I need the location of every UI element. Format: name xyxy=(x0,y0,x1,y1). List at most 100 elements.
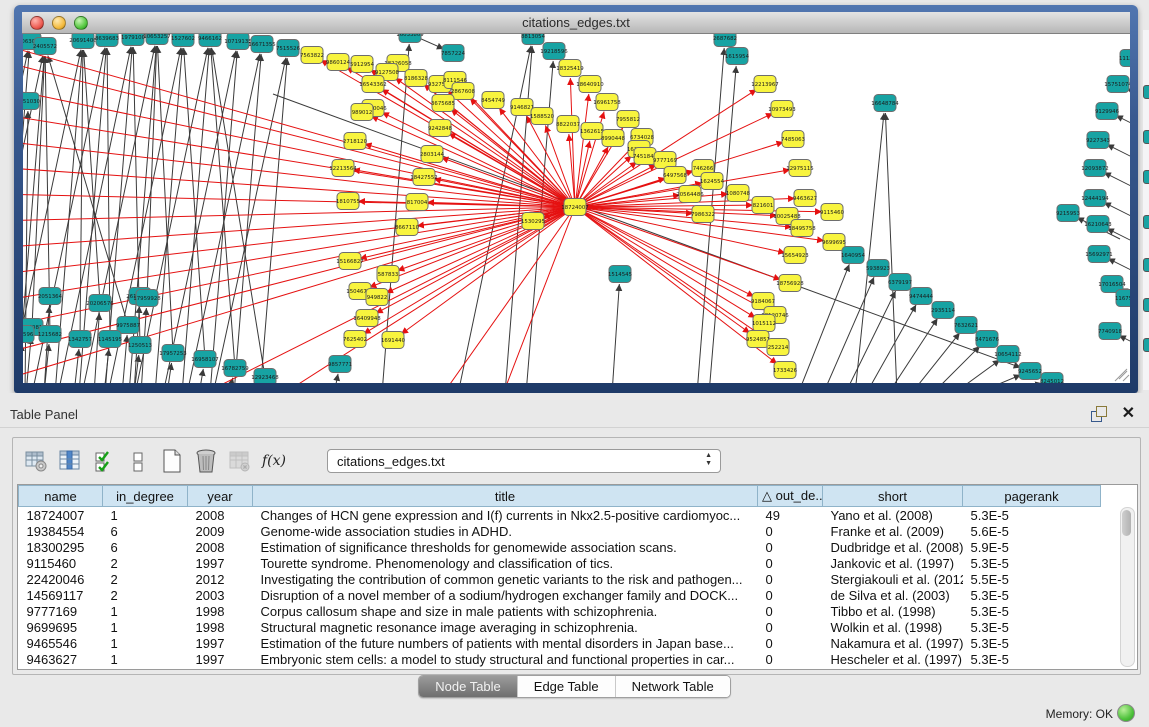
graph-node[interactable]: 12093872 xyxy=(1081,160,1108,177)
graph-node[interactable]: 6379197 xyxy=(888,274,912,291)
panel-splitter[interactable] xyxy=(0,393,1149,401)
edge[interactable] xyxy=(23,194,575,207)
graph-node[interactable]: 2803144 xyxy=(420,146,445,163)
graph-node[interactable]: 1691440 xyxy=(381,332,406,349)
graph-node[interactable]: 7632621 xyxy=(954,317,978,334)
edge[interactable] xyxy=(575,207,755,318)
edge[interactable] xyxy=(953,360,1000,383)
graph-node[interactable]: 8667110 xyxy=(395,219,420,236)
edge[interactable] xyxy=(234,54,261,383)
graph-node[interactable]: 1167533 xyxy=(1115,290,1130,307)
graph-node[interactable]: 7625402 xyxy=(343,331,367,348)
graph-node[interactable]: 1215682 xyxy=(38,326,62,343)
edge[interactable] xyxy=(26,337,31,383)
graph-node[interactable]: 16543362 xyxy=(359,76,386,93)
graph-node[interactable]: 18756928 xyxy=(776,275,804,292)
graph-node[interactable]: 3675685 xyxy=(431,95,455,112)
edge[interactable] xyxy=(798,264,849,383)
graph-node[interactable]: 12213564 xyxy=(329,160,357,177)
graph-node[interactable]: 2687682 xyxy=(713,34,737,47)
edge[interactable] xyxy=(575,207,781,280)
graph-node[interactable]: 817004 xyxy=(406,194,428,211)
edge[interactable] xyxy=(1107,228,1130,250)
graph-node[interactable]: 5912954 xyxy=(350,56,375,73)
graph-node[interactable]: 10653257 xyxy=(143,34,170,45)
graph-node[interactable]: 2867608 xyxy=(451,83,476,100)
function-builder-button[interactable]: f(x) xyxy=(259,446,289,476)
graph-node[interactable]: 16961758 xyxy=(593,94,621,111)
table-row[interactable]: 1872400712008Changes of HCN gene express… xyxy=(19,507,1101,524)
graph-node[interactable]: 1810755 xyxy=(336,193,360,210)
graph-node[interactable]: 1624554 xyxy=(700,173,725,190)
edge[interactable] xyxy=(1104,172,1130,194)
graph-node[interactable]: 8186328 xyxy=(404,70,429,87)
graph-node[interactable]: 9474444 xyxy=(909,288,934,305)
edge[interactable] xyxy=(575,141,590,207)
graph-node[interactable]: 1514545 xyxy=(608,266,632,283)
edge[interactable] xyxy=(23,207,575,221)
edge[interactable] xyxy=(570,78,575,207)
graph-node[interactable]: 949822 xyxy=(366,289,388,306)
graph-node[interactable]: 2718120 xyxy=(343,133,368,150)
graph-node[interactable]: 7986322 xyxy=(691,206,715,223)
graph-node[interactable]: 17959928 xyxy=(133,290,161,307)
edge[interactable] xyxy=(845,291,896,383)
graph-node[interactable]: 7740918 xyxy=(1098,323,1123,340)
edge[interactable] xyxy=(80,50,83,339)
graph-node[interactable]: 2935114 xyxy=(931,302,956,319)
edge[interactable] xyxy=(612,284,619,383)
edge[interactable] xyxy=(401,207,575,334)
edge[interactable] xyxy=(1107,144,1130,166)
graph-node[interactable]: 10654112 xyxy=(994,346,1021,363)
graph-node[interactable]: 989012 xyxy=(351,104,373,121)
edge[interactable] xyxy=(184,48,205,359)
table-row[interactable]: 911546021997Tourette syndrome. Phenomeno… xyxy=(19,555,1101,571)
graph-node[interactable]: 8822037 xyxy=(556,116,580,133)
select-all-button[interactable] xyxy=(89,446,119,476)
column-header-pagerank[interactable]: pagerank xyxy=(963,486,1101,507)
graph-node[interactable]: 9227343 xyxy=(1086,132,1110,149)
graph-node[interactable]: 19218596 xyxy=(540,43,568,60)
graph-node[interactable]: 1979100 xyxy=(121,34,146,46)
graph-node[interactable]: 12444194 xyxy=(1081,190,1109,207)
table-row[interactable]: 2242004622012Investigating the contribut… xyxy=(19,571,1101,587)
graph-node[interactable]: 8990448 xyxy=(601,130,626,147)
tab-network-table[interactable]: Network Table xyxy=(616,676,730,697)
tab-node-table[interactable]: Node Table xyxy=(419,676,518,697)
graph-node[interactable]: 1112905 xyxy=(1119,50,1130,67)
graph-node[interactable]: 12975115 xyxy=(786,160,813,177)
edge[interactable] xyxy=(1119,335,1130,357)
edge[interactable] xyxy=(23,59,575,207)
column-header-year[interactable]: year xyxy=(188,486,253,507)
graph-node[interactable]: 7563822 xyxy=(300,47,324,64)
table-row[interactable]: 946554611997Estimation of the future num… xyxy=(19,635,1101,651)
graph-node[interactable]: 15751074 xyxy=(1104,76,1130,93)
graph-node[interactable]: 9857771 xyxy=(328,356,352,373)
graph-node[interactable]: 1080748 xyxy=(726,185,751,202)
edge[interactable] xyxy=(84,50,100,303)
graph-node[interactable]: 331596 xyxy=(23,326,34,343)
graph-node[interactable]: 16671355 xyxy=(248,36,275,53)
graph-node[interactable]: 18640910 xyxy=(576,76,604,93)
graph-node[interactable]: 821601 xyxy=(752,197,774,214)
column-header-out_de[interactable]: △ out_de... xyxy=(758,486,823,507)
graph-node[interactable]: 15166827 xyxy=(336,253,363,270)
table-settings-button[interactable] xyxy=(21,446,51,476)
show-columns-button[interactable] xyxy=(55,446,85,476)
column-header-name[interactable]: name xyxy=(19,486,103,507)
edge[interactable] xyxy=(260,58,287,383)
graph-node[interactable]: 7955812 xyxy=(616,111,640,128)
graph-node[interactable]: 2405572 xyxy=(33,38,57,55)
graph-node[interactable]: 12923468 xyxy=(251,369,279,384)
graph-node[interactable]: 1530295 xyxy=(521,213,545,230)
graph-node[interactable]: 8471676 xyxy=(975,331,1000,348)
graph-node[interactable]: 18427552 xyxy=(410,169,437,186)
graph-node[interactable]: 252214 xyxy=(767,339,789,356)
graph-node[interactable]: 16033809 xyxy=(396,34,424,43)
graph-node[interactable]: 1527602 xyxy=(171,34,195,47)
edge[interactable] xyxy=(975,375,1021,383)
graph-node[interactable]: 7515526 xyxy=(276,40,301,57)
graph-node[interactable]: 9466162 xyxy=(198,34,222,47)
graph-node[interactable]: 1588520 xyxy=(530,108,555,125)
graph-node[interactable]: 16409948 xyxy=(353,310,381,327)
